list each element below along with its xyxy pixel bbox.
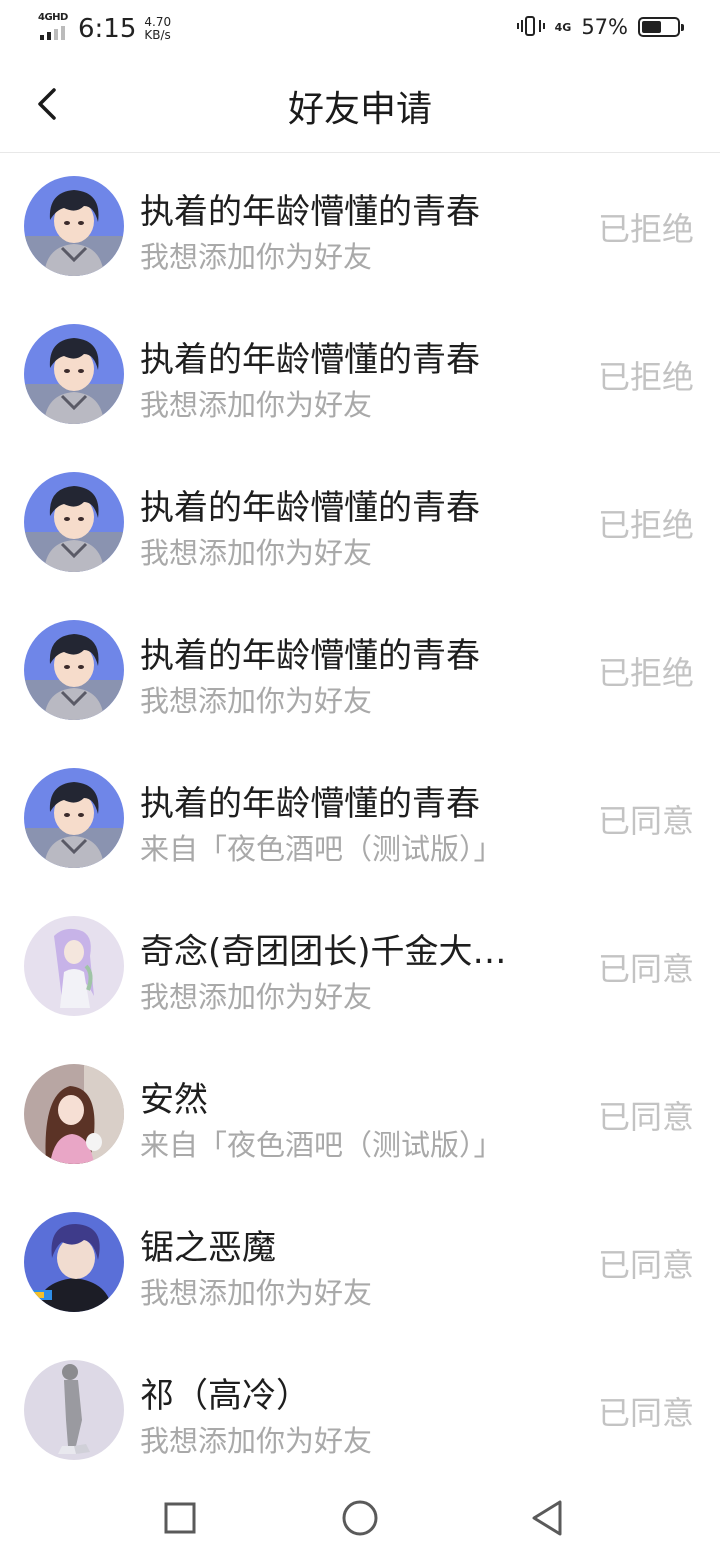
list-item[interactable]: 锯之恶魔 我想添加你为好友 已同意 [0, 1188, 720, 1336]
battery-icon [638, 17, 684, 37]
request-name: 安然 [140, 1080, 208, 1120]
triangle-back-icon [532, 1500, 562, 1536]
avatar[interactable] [24, 768, 124, 868]
request-name: 执着的年龄懵懂的青春 [140, 340, 480, 380]
avatar[interactable] [24, 1212, 124, 1312]
request-name: 执着的年龄懵懂的青春 [140, 488, 480, 528]
page-title: 好友申请 [287, 89, 432, 130]
request-message: 我想添加你为好友 [140, 1276, 373, 1310]
request-status: 已同意 [597, 802, 694, 840]
request-name: 祁（高冷） [140, 1376, 310, 1416]
request-status: 已同意 [597, 1246, 694, 1284]
avatar[interactable] [24, 472, 124, 572]
request-status: 已同意 [597, 1098, 694, 1136]
list-item[interactable]: 执着的年龄懵懂的青春 我想添加你为好友 已拒绝 [0, 300, 720, 448]
avatar[interactable] [24, 324, 124, 424]
avatar[interactable] [24, 620, 124, 720]
friend-request-list: 执着的年龄懵懂的青春 我想添加你为好友 已拒绝 执着的年龄懵懂的青春 我想添加你… [0, 152, 720, 1484]
request-status: 已同意 [597, 950, 694, 988]
network-tag: 4GHD [38, 12, 68, 23]
request-name: 奇念(奇团团长)千金大… [140, 932, 507, 972]
status-bar: 4GHD 6:15 4.70 KB/s 4G 57% [0, 0, 720, 58]
vibrate-icon [516, 14, 545, 40]
network-4g-label: 4G [554, 20, 572, 34]
request-name: 执着的年龄懵懂的青春 [140, 636, 480, 676]
avatar[interactable] [24, 916, 124, 1016]
system-back-button[interactable] [528, 1498, 568, 1538]
request-status: 已拒绝 [597, 358, 694, 396]
request-name: 执着的年龄懵懂的青春 [140, 192, 480, 232]
list-item[interactable]: 执着的年龄懵懂的青春 我想添加你为好友 已拒绝 [0, 596, 720, 744]
avatar[interactable] [24, 176, 124, 276]
list-item[interactable]: 执着的年龄懵懂的青春 我想添加你为好友 已拒绝 [0, 152, 720, 300]
request-message: 来自「夜色酒吧（测试版）」 [140, 832, 503, 866]
request-status: 已拒绝 [597, 210, 694, 248]
request-message: 我想添加你为好友 [140, 1424, 373, 1458]
request-status: 已同意 [597, 1394, 694, 1432]
list-item[interactable]: 奇念(奇团团长)千金大… 我想添加你为好友 已同意 [0, 892, 720, 1040]
list-item[interactable]: 执着的年龄懵懂的青春 我想添加你为好友 已拒绝 [0, 448, 720, 596]
request-message: 我想添加你为好友 [140, 684, 373, 718]
request-message: 我想添加你为好友 [140, 240, 373, 274]
avatar[interactable] [24, 1064, 124, 1164]
request-name: 执着的年龄懵懂的青春 [140, 784, 480, 824]
request-name: 锯之恶魔 [140, 1228, 276, 1268]
list-item[interactable]: 祁（高冷） 我想添加你为好友 已同意 [0, 1336, 720, 1484]
system-nav-bar [0, 1470, 720, 1560]
request-status: 已拒绝 [597, 506, 694, 544]
recent-apps-button[interactable] [160, 1498, 200, 1538]
circle-icon [342, 1500, 378, 1536]
header: 好友申请 [0, 58, 720, 153]
request-message: 我想添加你为好友 [140, 980, 373, 1014]
request-message: 我想添加你为好友 [140, 536, 373, 570]
home-button[interactable] [340, 1498, 380, 1538]
avatar[interactable] [24, 1360, 124, 1460]
signal-icon: 4GHD [38, 12, 72, 42]
battery-percent: 57% [581, 15, 628, 39]
request-message: 我想添加你为好友 [140, 388, 373, 422]
square-icon [164, 1502, 196, 1534]
list-item[interactable]: 安然 来自「夜色酒吧（测试版）」 已同意 [0, 1040, 720, 1188]
clock-time: 6:15 [78, 14, 137, 44]
list-item[interactable]: 执着的年龄懵懂的青春 来自「夜色酒吧（测试版）」 已同意 [0, 744, 720, 892]
network-speed: 4.70 KB/s [144, 16, 171, 42]
request-message: 来自「夜色酒吧（测试版）」 [140, 1128, 503, 1162]
speed-unit: KB/s [144, 28, 171, 42]
request-status: 已拒绝 [597, 654, 694, 692]
